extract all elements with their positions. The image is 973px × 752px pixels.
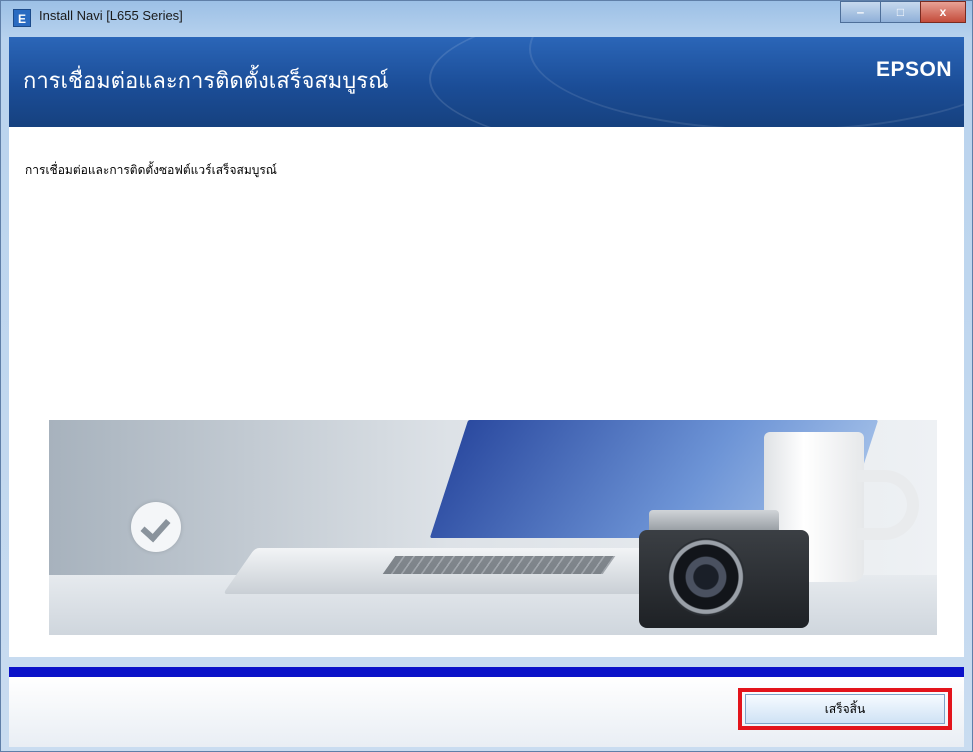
page-title: การเชื่อมต่อและการติดตั้งเสร็จสมบูรณ์ [23, 69, 389, 94]
minimize-button[interactable]: ‒ [840, 1, 880, 23]
finish-button-highlight [738, 688, 952, 730]
epson-logo: EPSON [875, 58, 952, 81]
completion-illustration [49, 420, 937, 635]
window-title: Install Navi [L655 Series] [39, 8, 183, 23]
app-icon: E [13, 9, 31, 27]
camera-lens [667, 538, 745, 616]
window-controls: ‒ □ x [840, 1, 966, 23]
mug-handle [857, 470, 919, 540]
completion-message: การเชื่อมต่อและการติดตั้งซอฟต์แวร์เสร็จส… [25, 163, 277, 177]
title-bar[interactable]: E Install Navi [L655 Series] ‒ □ x [1, 1, 972, 37]
footer-bar: เสร็จสิ้น [9, 677, 964, 747]
checkmark-icon [131, 502, 181, 552]
header-banner: การเชื่อมต่อและการติดตั้งเสร็จสมบูรณ์ EP… [9, 37, 964, 127]
maximize-button[interactable]: □ [880, 1, 920, 23]
installer-window: E Install Navi [L655 Series] ‒ □ x การเช… [0, 0, 973, 752]
progress-bar [9, 667, 964, 677]
close-button[interactable]: x [920, 1, 966, 23]
laptop-keyboard [382, 556, 616, 574]
content-panel: การเชื่อมต่อและการติดตั้งซอฟต์แวร์เสร็จส… [9, 127, 964, 657]
